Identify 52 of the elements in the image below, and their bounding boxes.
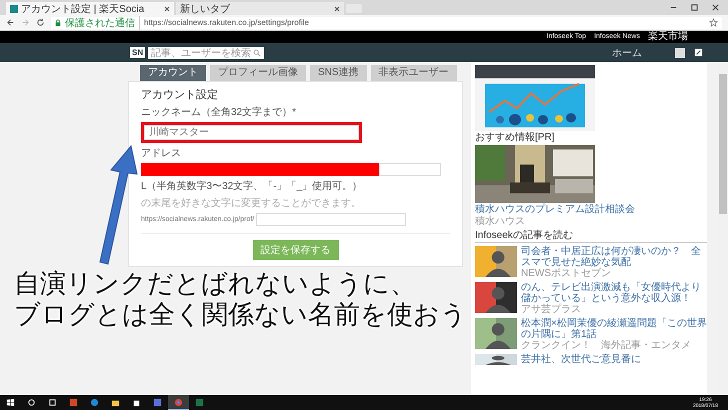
settings-tab[interactable]: アカウント: [140, 65, 206, 81]
promo-title[interactable]: 積水ハウスのプレミアム設計相談会: [475, 204, 707, 215]
settings-tab[interactable]: 非表示ユーザー: [370, 65, 457, 81]
url-field[interactable]: [256, 213, 406, 226]
site-icon: [10, 4, 18, 12]
folder-icon: [111, 398, 120, 407]
field-label: アドレス: [141, 147, 182, 160]
search-icon[interactable]: [253, 48, 262, 56]
edit-icon[interactable]: [694, 48, 704, 57]
field-hint: の末尾を好きな文字に変更することができます。: [141, 196, 362, 210]
close-icon[interactable]: [711, 3, 720, 12]
settings-tab[interactable]: プロフィール画像: [210, 65, 306, 81]
article-link[interactable]: のん、テレビ出演激減も「女優時代より儲かっている」という意外な収入源！: [521, 282, 707, 304]
article-link[interactable]: 芸井社、次世代ご意見番に: [521, 354, 707, 365]
browser-tab[interactable]: アカウント設定 | 楽天Socia: [6, 2, 174, 15]
security-label: 保護された通信: [65, 16, 140, 30]
annotation-text: ブログとは全く関係ない名前を使おう: [14, 299, 467, 330]
address-bar[interactable]: 保護された通信 https://socialnews.rakuten.co.jp/settings/profile: [51, 16, 722, 28]
section-title: アカウント設定: [141, 88, 219, 102]
url-text: https://socialnews.rakuten.co.jp/settings/profile: [144, 18, 309, 27]
article-link[interactable]: 松本潤×松岡茉優の綾瀬遥問題「この世界の片隅に」第1話: [521, 318, 707, 340]
search-icon: [27, 398, 36, 407]
article-source: クランクイン！ 海外記事・エンタメ: [521, 340, 692, 351]
email-field[interactable]: [379, 163, 441, 176]
task-view-icon: [48, 398, 57, 407]
reload-icon[interactable]: [36, 18, 45, 27]
app-icon: [153, 398, 162, 407]
scrollbar-thumb[interactable]: [719, 74, 727, 214]
section-heading: おすすめ情報[PR]: [475, 132, 556, 144]
home-link[interactable]: ホーム: [612, 46, 642, 60]
field-label: L（半角英数字3〜32文字、「-」「_」使用可。）: [141, 180, 364, 193]
maximize-icon[interactable]: [690, 3, 699, 12]
close-icon[interactable]: [164, 6, 170, 12]
site-logo[interactable]: SN: [130, 47, 146, 58]
back-icon[interactable]: [6, 18, 15, 27]
windows-icon: [6, 398, 15, 407]
lock-icon: [55, 18, 61, 26]
browser-tab[interactable]: 新しいタブ: [176, 2, 344, 15]
settings-tab[interactable]: SNS連携: [310, 65, 367, 81]
star-icon[interactable]: [709, 18, 718, 27]
nickname-field[interactable]: 川崎マスター: [144, 125, 359, 140]
close-icon[interactable]: [334, 6, 340, 12]
avatar-icon[interactable]: [675, 48, 686, 58]
field-label: ニックネーム（全角32文字まで）*: [141, 106, 298, 119]
section-heading: Infoseekの記事を読む: [475, 230, 707, 243]
article-source: アサ芸プラス: [521, 304, 582, 315]
article-source: NEWSポストセブン: [521, 268, 612, 279]
search-field[interactable]: 記事、ユーザーを検索: [148, 46, 264, 58]
promo-source: 積水ハウス: [475, 216, 526, 227]
top-link[interactable]: 楽天市場: [648, 31, 688, 43]
annotation-text: 自演リンクだとばれないように、: [14, 268, 417, 299]
article-link[interactable]: 司会者・中居正広は何が凄いのか？ 全スマで見せた絶妙な気配: [521, 246, 707, 268]
